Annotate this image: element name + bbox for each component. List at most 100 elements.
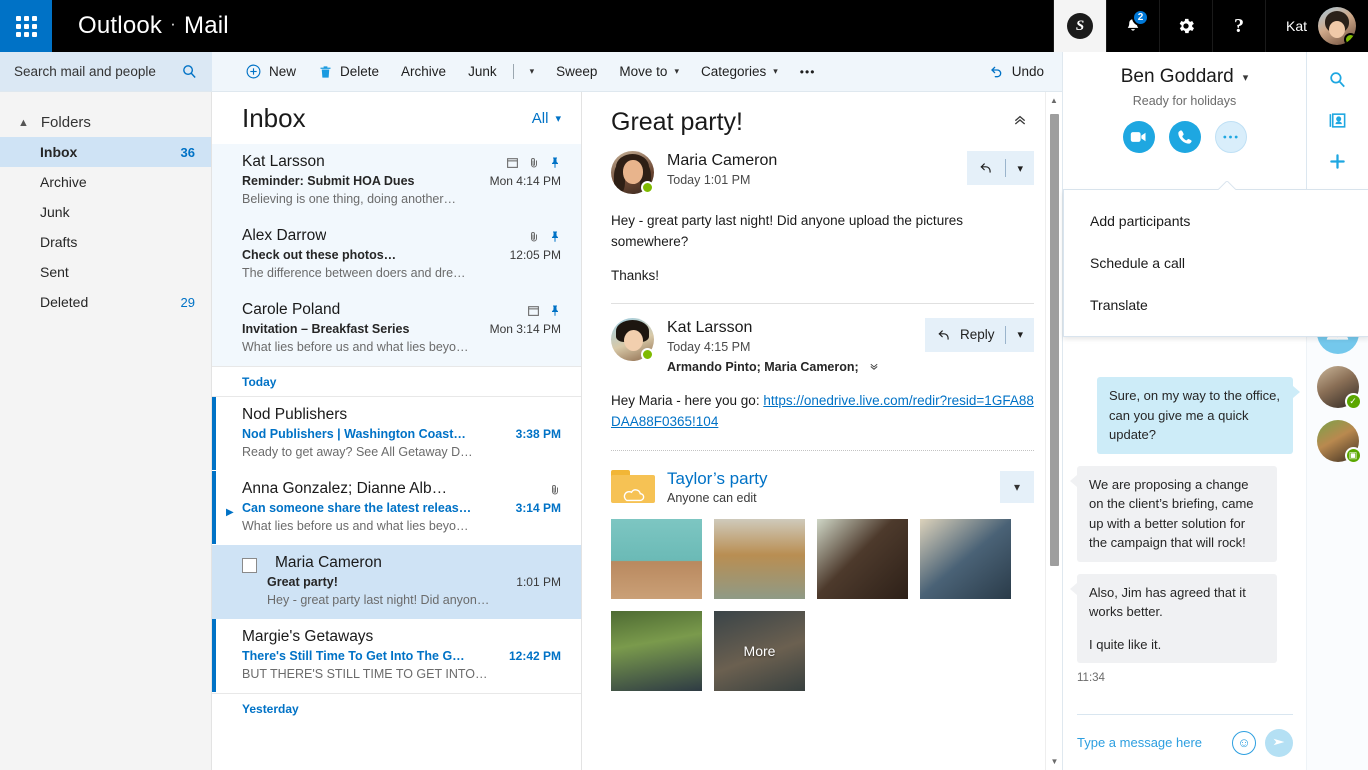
chat-line: I quite like it. [1089, 635, 1265, 655]
sidebar-item-inbox[interactable]: Inbox 36 [0, 137, 211, 167]
contact-avatar-man-1[interactable]: ✓ [1317, 366, 1359, 408]
more-options-button[interactable] [1215, 121, 1247, 153]
undo-button[interactable]: Undo [988, 64, 1044, 80]
scroll-down-arrow[interactable]: ▼ [1046, 753, 1063, 770]
contact-avatar-man-2[interactable]: ▣ [1317, 420, 1359, 462]
table-row[interactable]: Margie's Getaways There's Still Time To … [212, 619, 581, 693]
scroll-up-arrow[interactable]: ▲ [1046, 92, 1062, 109]
chevron-down-icon[interactable]: ▾ [1006, 318, 1034, 352]
help-button[interactable]: ? [1212, 0, 1265, 52]
junk-button[interactable]: Junk ▾ [457, 58, 545, 85]
table-row-selected[interactable]: Maria Cameron Great party! 1:01 PM Hey -… [212, 545, 581, 619]
table-row[interactable]: Kat Larsson Reminder: Submit HOA Dues Mo… [212, 144, 581, 218]
notifications-button[interactable]: 2 [1106, 0, 1159, 52]
skype-more-options-menu: Add participants Schedule a call Transla… [1063, 190, 1368, 337]
reading-pane-header: Great party! [611, 108, 1034, 137]
menu-item-translate[interactable]: Translate [1064, 284, 1368, 326]
chevron-down-icon[interactable]: ▾ [1006, 151, 1034, 185]
photo-thumbnail[interactable] [714, 519, 805, 599]
photo-thumbnail[interactable] [817, 519, 908, 599]
message-list: Inbox All ▾ Kat Larsson Reminder: Submit… [212, 92, 582, 770]
search-placeholder: Search mail and people [14, 64, 171, 79]
message-subject: Reminder: Submit HOA Dues [242, 174, 414, 188]
settings-button[interactable] [1159, 0, 1212, 52]
message-sender: Nod Publishers [242, 406, 347, 424]
sidebar-item-drafts[interactable]: Drafts [0, 227, 211, 257]
photo-thumbnail[interactable] [611, 611, 702, 691]
photo-thumbnail[interactable] [920, 519, 1011, 599]
menu-item-add-participants[interactable]: Add participants [1064, 200, 1368, 242]
sidebar-item-archive[interactable]: Archive [0, 167, 211, 197]
table-row[interactable]: ▶ Anna Gonzalez; Dianne Alb… Can someone… [212, 471, 581, 545]
archive-button[interactable]: Archive [390, 58, 457, 85]
pin-icon[interactable] [549, 230, 561, 243]
video-call-button[interactable] [1123, 121, 1155, 153]
audio-call-button[interactable] [1169, 121, 1201, 153]
user-account-button[interactable]: Kat [1265, 0, 1368, 52]
chat-composer: Type a message here ☺ [1077, 714, 1293, 770]
chevron-down-icon[interactable]: ▾ [1000, 471, 1034, 503]
avatar [611, 318, 654, 361]
message-time: Mon 3:14 PM [490, 322, 561, 336]
reply-arrow-icon[interactable] [967, 151, 1005, 185]
message-checkbox[interactable] [242, 558, 257, 573]
delete-label: Delete [340, 64, 379, 79]
ellipsis-icon: ••• [800, 65, 816, 79]
chevron-double-down-icon[interactable] [868, 361, 880, 372]
message-icons [506, 153, 561, 169]
presence-indicator [1344, 33, 1356, 45]
folders-section-header[interactable]: ▲ Folders [0, 108, 211, 137]
table-row[interactable]: Nod Publishers Nod Publishers | Washingt… [212, 397, 581, 471]
message-sender: Margie's Getaways [242, 628, 373, 646]
skype-contacts-button[interactable] [1328, 107, 1347, 133]
chevron-down-icon: ▾ [773, 66, 778, 77]
skype-toggle-button[interactable]: S [1053, 0, 1106, 52]
message-sender-name: Maria Cameron [667, 152, 954, 170]
search-icon[interactable] [181, 63, 198, 80]
new-button[interactable]: New [234, 57, 307, 86]
skype-contact-dropdown[interactable]: Ben Goddard ▾ [1121, 66, 1249, 88]
brand-separator: · [170, 14, 176, 34]
pin-icon[interactable] [549, 156, 561, 169]
message-subject: Invitation – Breakfast Series [242, 322, 409, 336]
sidebar-item-label: Drafts [40, 234, 77, 250]
photo-thumbnail[interactable] [611, 519, 702, 599]
table-row[interactable]: Alex Darrow Check out these photos… 12:0… [212, 218, 581, 292]
app-launcher-button[interactable] [0, 0, 52, 52]
sweep-button[interactable]: Sweep [545, 58, 608, 85]
skype-new-conversation-button[interactable] [1327, 148, 1348, 174]
sidebar-item-junk[interactable]: Junk [0, 197, 211, 227]
skype-panel-header: Ben Goddard ▾ Ready for holidays [1063, 52, 1368, 190]
sidebar-item-label: Junk [40, 204, 70, 220]
message-recipients: Armando Pinto; Maria Cameron; [667, 360, 912, 374]
message-subject: Check out these photos… [242, 248, 396, 262]
pin-icon[interactable] [549, 304, 561, 317]
move-to-button[interactable]: Move to ▾ [608, 58, 690, 85]
reading-pane-scrollbar[interactable]: ▲ ▼ [1045, 92, 1062, 770]
table-row[interactable]: Carole Poland Invitation – Breakfast Ser… [212, 292, 581, 366]
categories-button[interactable]: Categories ▾ [690, 58, 789, 85]
reply-label-group[interactable]: Reply [925, 318, 1006, 352]
attachment-name[interactable]: Taylor’s party [667, 469, 767, 489]
filter-dropdown[interactable]: All ▾ [532, 110, 561, 127]
filter-label: All [532, 110, 549, 127]
menu-item-schedule-call[interactable]: Schedule a call [1064, 242, 1368, 284]
emoji-icon[interactable]: ☺ [1232, 731, 1256, 755]
scrollbar-thumb[interactable] [1050, 114, 1059, 566]
sidebar-item-sent[interactable]: Sent [0, 257, 211, 287]
expand-conversation-icon[interactable]: ▶ [226, 507, 234, 518]
skype-search-button[interactable] [1328, 66, 1347, 92]
photo-thumbnail-more[interactable]: More [714, 611, 805, 691]
reply-icon-button[interactable]: ▾ [967, 151, 1034, 185]
reply-button[interactable]: Reply ▾ [925, 318, 1034, 352]
chevron-down-icon[interactable]: ▾ [530, 66, 535, 77]
archive-label: Archive [401, 64, 446, 79]
chevron-double-up-icon[interactable] [1006, 108, 1034, 132]
more-commands-button[interactable]: ••• [789, 59, 827, 85]
search-input[interactable]: Search mail and people [0, 52, 212, 91]
delete-button[interactable]: Delete [307, 58, 390, 86]
sidebar-item-deleted[interactable]: Deleted 29 [0, 287, 211, 317]
skype-icon: S [1067, 13, 1093, 39]
send-icon[interactable] [1265, 729, 1293, 757]
message-input[interactable]: Type a message here [1077, 735, 1223, 750]
